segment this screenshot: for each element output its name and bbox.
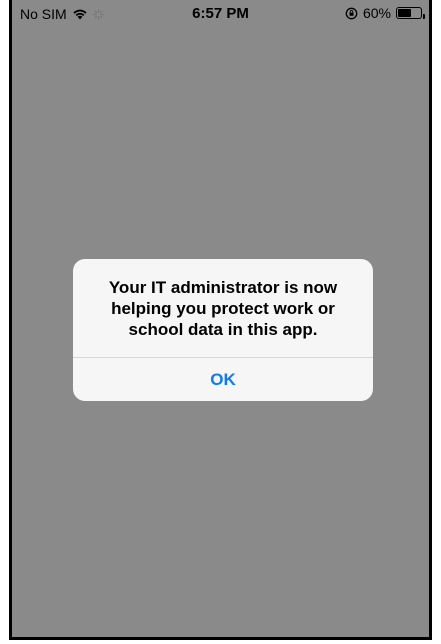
battery-percent: 60% xyxy=(362,5,391,21)
orientation-lock-icon xyxy=(345,7,358,20)
status-bar: No SIM 6:57 PM 60% xyxy=(12,0,429,26)
alert-message: Your IT administrator is now helping you… xyxy=(85,277,361,340)
battery-body xyxy=(396,7,422,19)
alert-message-line: helping you protect work or xyxy=(111,299,335,318)
battery-icon xyxy=(396,7,425,19)
alert-message-line: school data in this app. xyxy=(128,320,318,339)
battery-tip xyxy=(423,14,425,19)
phone-screen: No SIM 6:57 PM 60% Your IT administrator… xyxy=(9,0,432,640)
alert-message-line: Your IT administrator is now xyxy=(108,278,338,297)
status-bar-right: 60% xyxy=(345,5,425,21)
alert-dialog: Your IT administrator is now helping you… xyxy=(73,259,373,401)
battery-level-fill xyxy=(398,9,411,17)
ok-button[interactable]: OK xyxy=(73,358,373,401)
